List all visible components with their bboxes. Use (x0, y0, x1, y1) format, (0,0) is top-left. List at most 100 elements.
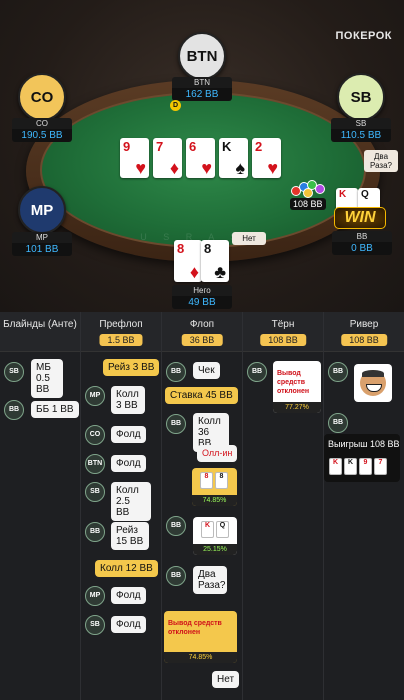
col-turn-title: Тёрн (271, 319, 295, 330)
col-preflop-title: Префлоп (99, 319, 143, 330)
pos-badge: SB (4, 362, 24, 382)
screen: { "brand": "ПОКЕРОК", "table": { "felt_t… (0, 0, 404, 700)
action-sb-fold: Фолд (111, 616, 146, 633)
seat-hero-stack: 49 BB (172, 296, 232, 309)
col-river-header[interactable]: Ривер 108 BB (324, 312, 404, 352)
seat-btn-stack: 162 BB (172, 88, 232, 101)
pos-badge: BB (166, 362, 186, 382)
bb-win-box: Выигрыш 108 BB K K 9 7 (324, 434, 400, 482)
action-sb-post: МБ 0.5 BB (31, 359, 63, 398)
hero-equity-card: 8 8 74.85% (192, 468, 237, 506)
col-blinds-header[interactable]: Блайнды (Анте) (0, 312, 81, 352)
action-btn-fold: Фолд (111, 455, 146, 472)
action-bb-allin: Олл-ин (197, 445, 238, 462)
seat-bb-stack: 0 BB (332, 242, 392, 255)
seat-mp-stack: 101 BB (12, 243, 72, 256)
col-river-pot: 108 BB (341, 334, 387, 346)
pos-badge: BB (328, 362, 348, 382)
pot-chips-icon (291, 180, 327, 198)
seat-co-name: CO (12, 118, 72, 129)
mini-card-k: K (344, 458, 357, 475)
seat-co-avatar[interactable]: CO (18, 73, 66, 121)
action-hero-no: Нет (212, 671, 240, 688)
col-flop-title: Флоп (189, 319, 215, 330)
action-mp-fold: Фолд (111, 587, 146, 604)
action-co-fold: Фолд (111, 426, 146, 443)
action-sb-call: Колл 2.5 BB (111, 482, 151, 521)
bb-win-label: Выигрыш 108 BB (328, 439, 400, 449)
bb-equity-pct: 25.15% (193, 544, 237, 555)
pos-badge: BB (166, 516, 186, 536)
pos-badge: SB (85, 615, 105, 635)
seat-mp-name: MP (12, 232, 72, 243)
action-bb-raise: Рейз 15 BB (111, 522, 149, 550)
mini-card-9: 9 (359, 458, 372, 475)
pos-badge: BB (328, 413, 348, 433)
hero-speech-bubble: Нет (232, 232, 266, 245)
pos-badge: BB (166, 414, 186, 434)
seat-hero-name: Него (172, 285, 232, 296)
mini-card-k: K (329, 458, 342, 475)
pos-badge: BB (247, 362, 267, 382)
bb-speech-bubble: Два Раза? (364, 150, 398, 172)
board-card-5: 2 ♥ (252, 138, 281, 178)
action-mp-call: Колл 3 BB (111, 386, 145, 414)
mini-card-7: 7 (374, 458, 387, 475)
board-card-1: 9 ♥ (120, 138, 149, 178)
seat-sb-stack: 110.5 BB (331, 129, 391, 142)
seat-btn-name: BTN (172, 77, 232, 88)
hero-withdraw-card: Вывод средств отклонен 74.85% (164, 611, 237, 663)
laughing-face-icon (360, 370, 386, 396)
seat-bb-name: BB (332, 231, 392, 242)
withdraw-rejected: Вывод средств отклонен (277, 370, 310, 395)
action-bb-check: Чек (193, 362, 220, 379)
seat-co-stack: 190.5 BB (12, 129, 72, 142)
mini-card-k: K (201, 521, 214, 538)
col-blinds-title: Блайнды (Анте) (3, 319, 77, 330)
col-preflop-pot: 1.5 BB (99, 334, 143, 346)
seat-mp-avatar[interactable]: MP (18, 186, 66, 234)
mini-card-q: Q (216, 521, 229, 538)
action-bb-post: ББ 1 BB (31, 401, 79, 418)
pos-badge: BB (166, 566, 186, 586)
bb-equity-card: K Q 25.15% (193, 517, 237, 555)
board-card-4: K ♠ (219, 138, 248, 178)
bb-withdraw-equity: 77.27% (273, 402, 321, 413)
action-hero-call: Колл 12 BB (95, 560, 158, 577)
hero-equity-pct: 74.85% (192, 495, 237, 506)
hero-card-1: 8 ♦ (174, 240, 202, 282)
dealer-button: D (170, 100, 181, 111)
pos-badge: MP (85, 386, 105, 406)
col-river-body (324, 352, 404, 700)
pos-badge: BB (85, 522, 105, 542)
col-river-title: Ривер (349, 319, 379, 330)
mini-card-8: 8 (200, 472, 213, 489)
pos-badge: CO (85, 425, 105, 445)
seat-btn-avatar[interactable]: BTN (178, 32, 226, 80)
poker-table-view: ПОКЕРОК U S R A S S BTN BTN 162 BB CO CO… (0, 0, 404, 312)
pos-badge: MP (85, 586, 105, 606)
seat-sb-name: SB (331, 118, 391, 129)
pos-badge: BB (4, 400, 24, 420)
board-card-2: 7 ♦ (153, 138, 182, 178)
action-hero-raise: Рейз 3 BB (103, 359, 160, 376)
withdraw-rejected: Вывод средств отклонен (168, 620, 222, 636)
action-bb-run-twice: Два Раза? (193, 566, 227, 594)
col-flop-pot: 36 BB (181, 334, 223, 346)
col-preflop-header[interactable]: Префлоп 1.5 BB (81, 312, 162, 352)
seat-sb-avatar[interactable]: SB (337, 73, 385, 121)
board-card-3: 6 ♥ (186, 138, 215, 178)
win-badge: WIN (334, 207, 386, 229)
bb-emoji-avatar (354, 364, 392, 402)
col-turn-header[interactable]: Тёрн 108 BB (243, 312, 324, 352)
hero-card-2: 8 ♣ (201, 240, 229, 282)
pos-badge: BTN (85, 454, 105, 474)
action-hero-bet: Ставка 45 BB (165, 387, 238, 404)
pot-amount: 108 BB (290, 198, 326, 210)
col-flop-header[interactable]: Флоп 36 BB (162, 312, 243, 352)
mini-card-8: 8 (215, 472, 228, 489)
bb-withdraw-card: Вывод средств отклонен 77.27% (273, 361, 321, 413)
brand-logo: ПОКЕРОК (335, 30, 392, 42)
hero-withdraw-equity: 74.85% (164, 652, 237, 663)
col-turn-pot: 108 BB (260, 334, 306, 346)
